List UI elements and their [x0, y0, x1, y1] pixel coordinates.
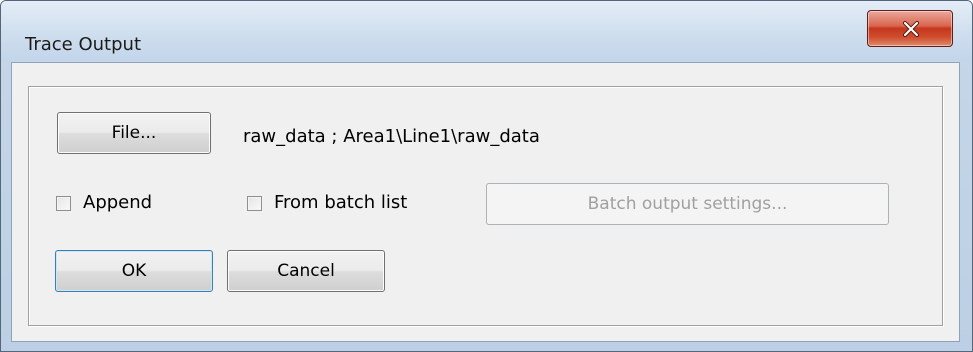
append-label: Append: [83, 192, 153, 213]
batch-output-settings-button[interactable]: Batch output settings...: [486, 183, 889, 225]
ok-button[interactable]: OK: [55, 250, 213, 292]
output-path-text: raw_data ; Area1\Line1\raw_data: [243, 126, 540, 147]
append-checkbox[interactable]: Append: [56, 192, 196, 218]
close-button[interactable]: [867, 10, 953, 47]
close-x-icon: [903, 21, 919, 37]
from-batch-list-label: From batch list: [274, 192, 408, 213]
title-bar[interactable]: Trace Output: [1, 1, 972, 61]
dialog-window: Trace Output File... raw_data ; Area1\Li…: [0, 0, 973, 352]
file-button[interactable]: File...: [57, 112, 211, 154]
append-checkbox-box[interactable]: [56, 196, 71, 211]
cancel-button[interactable]: Cancel: [227, 250, 385, 292]
window-title: Trace Output: [25, 34, 141, 55]
from-batch-list-checkbox[interactable]: From batch list: [247, 192, 447, 218]
dialog-client-area: File... raw_data ; Area1\Line1\raw_data …: [11, 62, 960, 342]
from-batch-list-checkbox-box[interactable]: [247, 196, 262, 211]
